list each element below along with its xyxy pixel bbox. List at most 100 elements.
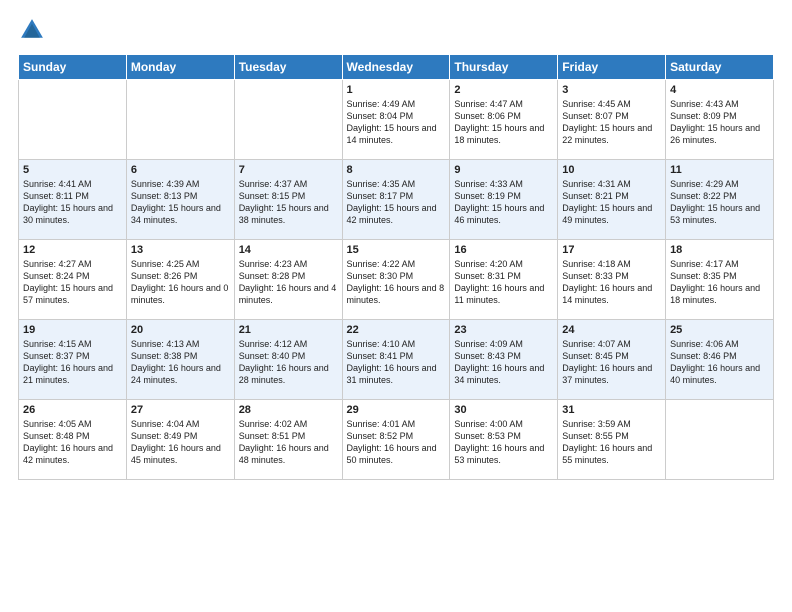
day-number: 25: [670, 324, 769, 336]
day-cell: 11 Sunrise: 4:29 AMSunset: 8:22 PMDayligh…: [666, 160, 774, 240]
cell-info: Sunrise: 4:23 AMSunset: 8:28 PMDaylight:…: [239, 258, 338, 307]
cell-info: Sunrise: 4:39 AMSunset: 8:13 PMDaylight:…: [131, 178, 230, 227]
day-cell: [666, 400, 774, 480]
day-number: 2: [454, 84, 553, 96]
day-cell: 21Sunrise: 4:12 AMSunset: 8:40 PMDayligh…: [234, 320, 342, 400]
day-cell: 31Sunrise: 3:59 AMSunset: 8:55 PMDayligh…: [558, 400, 666, 480]
cell-info: Sunrise: 4:01 AMSunset: 8:52 PMDaylight:…: [347, 418, 446, 467]
day-cell: 8 Sunrise: 4:35 AMSunset: 8:17 PMDaylight…: [342, 160, 450, 240]
day-cell: 15 Sunrise: 4:22 AMSunset: 8:30 PMDayligh…: [342, 240, 450, 320]
day-number: 31: [562, 404, 661, 416]
col-header-wednesday: Wednesday: [342, 55, 450, 80]
day-cell: 16 Sunrise: 4:20 AMSunset: 8:31 PMDayligh…: [450, 240, 558, 320]
cell-info: Sunrise: 4:43 AMSunset: 8:09 PMDaylight:…: [670, 98, 769, 147]
day-cell: 25 Sunrise: 4:06 AMSunset: 8:46 PMDayligh…: [666, 320, 774, 400]
day-number: 24: [562, 324, 661, 336]
day-cell: 9 Sunrise: 4:33 AMSunset: 8:19 PMDaylight…: [450, 160, 558, 240]
day-cell: 28 Sunrise: 4:02 AMSunset: 8:51 PMDayligh…: [234, 400, 342, 480]
cell-info: Sunrise: 4:31 AMSunset: 8:21 PMDaylight:…: [562, 178, 661, 227]
day-number: 29: [347, 404, 446, 416]
day-number: 16: [454, 244, 553, 256]
day-cell: 12Sunrise: 4:27 AMSunset: 8:24 PMDayligh…: [19, 240, 127, 320]
cell-info: Sunrise: 4:35 AMSunset: 8:17 PMDaylight:…: [347, 178, 446, 227]
day-number: 27: [131, 404, 230, 416]
logo: [18, 16, 50, 44]
page: SundayMondayTuesdayWednesdayThursdayFrid…: [0, 0, 792, 490]
week-row-1: 5 Sunrise: 4:41 AMSunset: 8:11 PMDaylight…: [19, 160, 774, 240]
cell-info: Sunrise: 4:49 AMSunset: 8:04 PMDaylight:…: [347, 98, 446, 147]
day-number: 4: [670, 84, 769, 96]
cell-info: Sunrise: 4:13 AMSunset: 8:38 PMDaylight:…: [131, 338, 230, 387]
day-number: 1: [347, 84, 446, 96]
day-cell: 19 Sunrise: 4:15 AMSunset: 8:37 PMDayligh…: [19, 320, 127, 400]
cell-info: Sunrise: 4:29 AMSunset: 8:22 PMDaylight:…: [670, 178, 769, 227]
header-row: SundayMondayTuesdayWednesdayThursdayFrid…: [19, 55, 774, 80]
cell-info: Sunrise: 4:04 AMSunset: 8:49 PMDaylight:…: [131, 418, 230, 467]
cell-info: Sunrise: 4:05 AMSunset: 8:48 PMDaylight:…: [23, 418, 122, 467]
day-number: 15: [347, 244, 446, 256]
day-number: 11: [670, 164, 769, 176]
col-header-saturday: Saturday: [666, 55, 774, 80]
day-number: 28: [239, 404, 338, 416]
day-cell: 5 Sunrise: 4:41 AMSunset: 8:11 PMDaylight…: [19, 160, 127, 240]
cell-info: Sunrise: 4:07 AMSunset: 8:45 PMDaylight:…: [562, 338, 661, 387]
calendar-table: SundayMondayTuesdayWednesdayThursdayFrid…: [18, 54, 774, 480]
cell-info: Sunrise: 4:00 AMSunset: 8:53 PMDaylight:…: [454, 418, 553, 467]
day-cell: 7Sunrise: 4:37 AMSunset: 8:15 PMDaylight…: [234, 160, 342, 240]
cell-info: Sunrise: 4:47 AMSunset: 8:06 PMDaylight:…: [454, 98, 553, 147]
day-cell: 29 Sunrise: 4:01 AMSunset: 8:52 PMDayligh…: [342, 400, 450, 480]
cell-info: Sunrise: 4:45 AMSunset: 8:07 PMDaylight:…: [562, 98, 661, 147]
day-cell: 10 Sunrise: 4:31 AMSunset: 8:21 PMDayligh…: [558, 160, 666, 240]
cell-info: Sunrise: 4:20 AMSunset: 8:31 PMDaylight:…: [454, 258, 553, 307]
day-number: 5: [23, 164, 122, 176]
day-cell: 4 Sunrise: 4:43 AMSunset: 8:09 PMDaylight…: [666, 80, 774, 160]
cell-info: Sunrise: 4:09 AMSunset: 8:43 PMDaylight:…: [454, 338, 553, 387]
day-cell: [126, 80, 234, 160]
day-number: 26: [23, 404, 122, 416]
day-number: 9: [454, 164, 553, 176]
day-number: 13: [131, 244, 230, 256]
day-cell: 3 Sunrise: 4:45 AMSunset: 8:07 PMDaylight…: [558, 80, 666, 160]
col-header-thursday: Thursday: [450, 55, 558, 80]
cell-info: Sunrise: 4:22 AMSunset: 8:30 PMDaylight:…: [347, 258, 446, 307]
week-row-0: 1 Sunrise: 4:49 AMSunset: 8:04 PMDaylight…: [19, 80, 774, 160]
day-cell: 20Sunrise: 4:13 AMSunset: 8:38 PMDayligh…: [126, 320, 234, 400]
day-cell: 6 Sunrise: 4:39 AMSunset: 8:13 PMDaylight…: [126, 160, 234, 240]
day-number: 19: [23, 324, 122, 336]
day-number: 18: [670, 244, 769, 256]
day-cell: 18 Sunrise: 4:17 AMSunset: 8:35 PMDayligh…: [666, 240, 774, 320]
day-cell: 26 Sunrise: 4:05 AMSunset: 8:48 PMDayligh…: [19, 400, 127, 480]
day-number: 10: [562, 164, 661, 176]
day-cell: 17 Sunrise: 4:18 AMSunset: 8:33 PMDayligh…: [558, 240, 666, 320]
cell-info: Sunrise: 4:33 AMSunset: 8:19 PMDaylight:…: [454, 178, 553, 227]
day-cell: 27 Sunrise: 4:04 AMSunset: 8:49 PMDayligh…: [126, 400, 234, 480]
day-number: 30: [454, 404, 553, 416]
day-cell: 2 Sunrise: 4:47 AMSunset: 8:06 PMDaylight…: [450, 80, 558, 160]
cell-info: Sunrise: 4:12 AMSunset: 8:40 PMDaylight:…: [239, 338, 338, 387]
day-number: 23: [454, 324, 553, 336]
day-number: 8: [347, 164, 446, 176]
day-number: 17: [562, 244, 661, 256]
day-cell: 1 Sunrise: 4:49 AMSunset: 8:04 PMDaylight…: [342, 80, 450, 160]
day-cell: 22Sunrise: 4:10 AMSunset: 8:41 PMDayligh…: [342, 320, 450, 400]
day-number: 14: [239, 244, 338, 256]
day-number: 3: [562, 84, 661, 96]
cell-info: Sunrise: 4:02 AMSunset: 8:51 PMDaylight:…: [239, 418, 338, 467]
col-header-sunday: Sunday: [19, 55, 127, 80]
cell-info: Sunrise: 4:15 AMSunset: 8:37 PMDaylight:…: [23, 338, 122, 387]
cell-info: Sunrise: 4:06 AMSunset: 8:46 PMDaylight:…: [670, 338, 769, 387]
day-cell: 30 Sunrise: 4:00 AMSunset: 8:53 PMDayligh…: [450, 400, 558, 480]
logo-icon: [18, 16, 46, 44]
day-number: 6: [131, 164, 230, 176]
day-cell: 24 Sunrise: 4:07 AMSunset: 8:45 PMDayligh…: [558, 320, 666, 400]
cell-info: Sunrise: 4:18 AMSunset: 8:33 PMDaylight:…: [562, 258, 661, 307]
day-number: 12: [23, 244, 122, 256]
day-number: 7: [239, 164, 338, 176]
cell-info: Sunrise: 4:10 AMSunset: 8:41 PMDaylight:…: [347, 338, 446, 387]
day-cell: [234, 80, 342, 160]
col-header-tuesday: Tuesday: [234, 55, 342, 80]
cell-info: Sunrise: 4:41 AMSunset: 8:11 PMDaylight:…: [23, 178, 122, 227]
week-row-4: 26 Sunrise: 4:05 AMSunset: 8:48 PMDayligh…: [19, 400, 774, 480]
header: [18, 16, 774, 44]
cell-info: Sunrise: 4:17 AMSunset: 8:35 PMDaylight:…: [670, 258, 769, 307]
